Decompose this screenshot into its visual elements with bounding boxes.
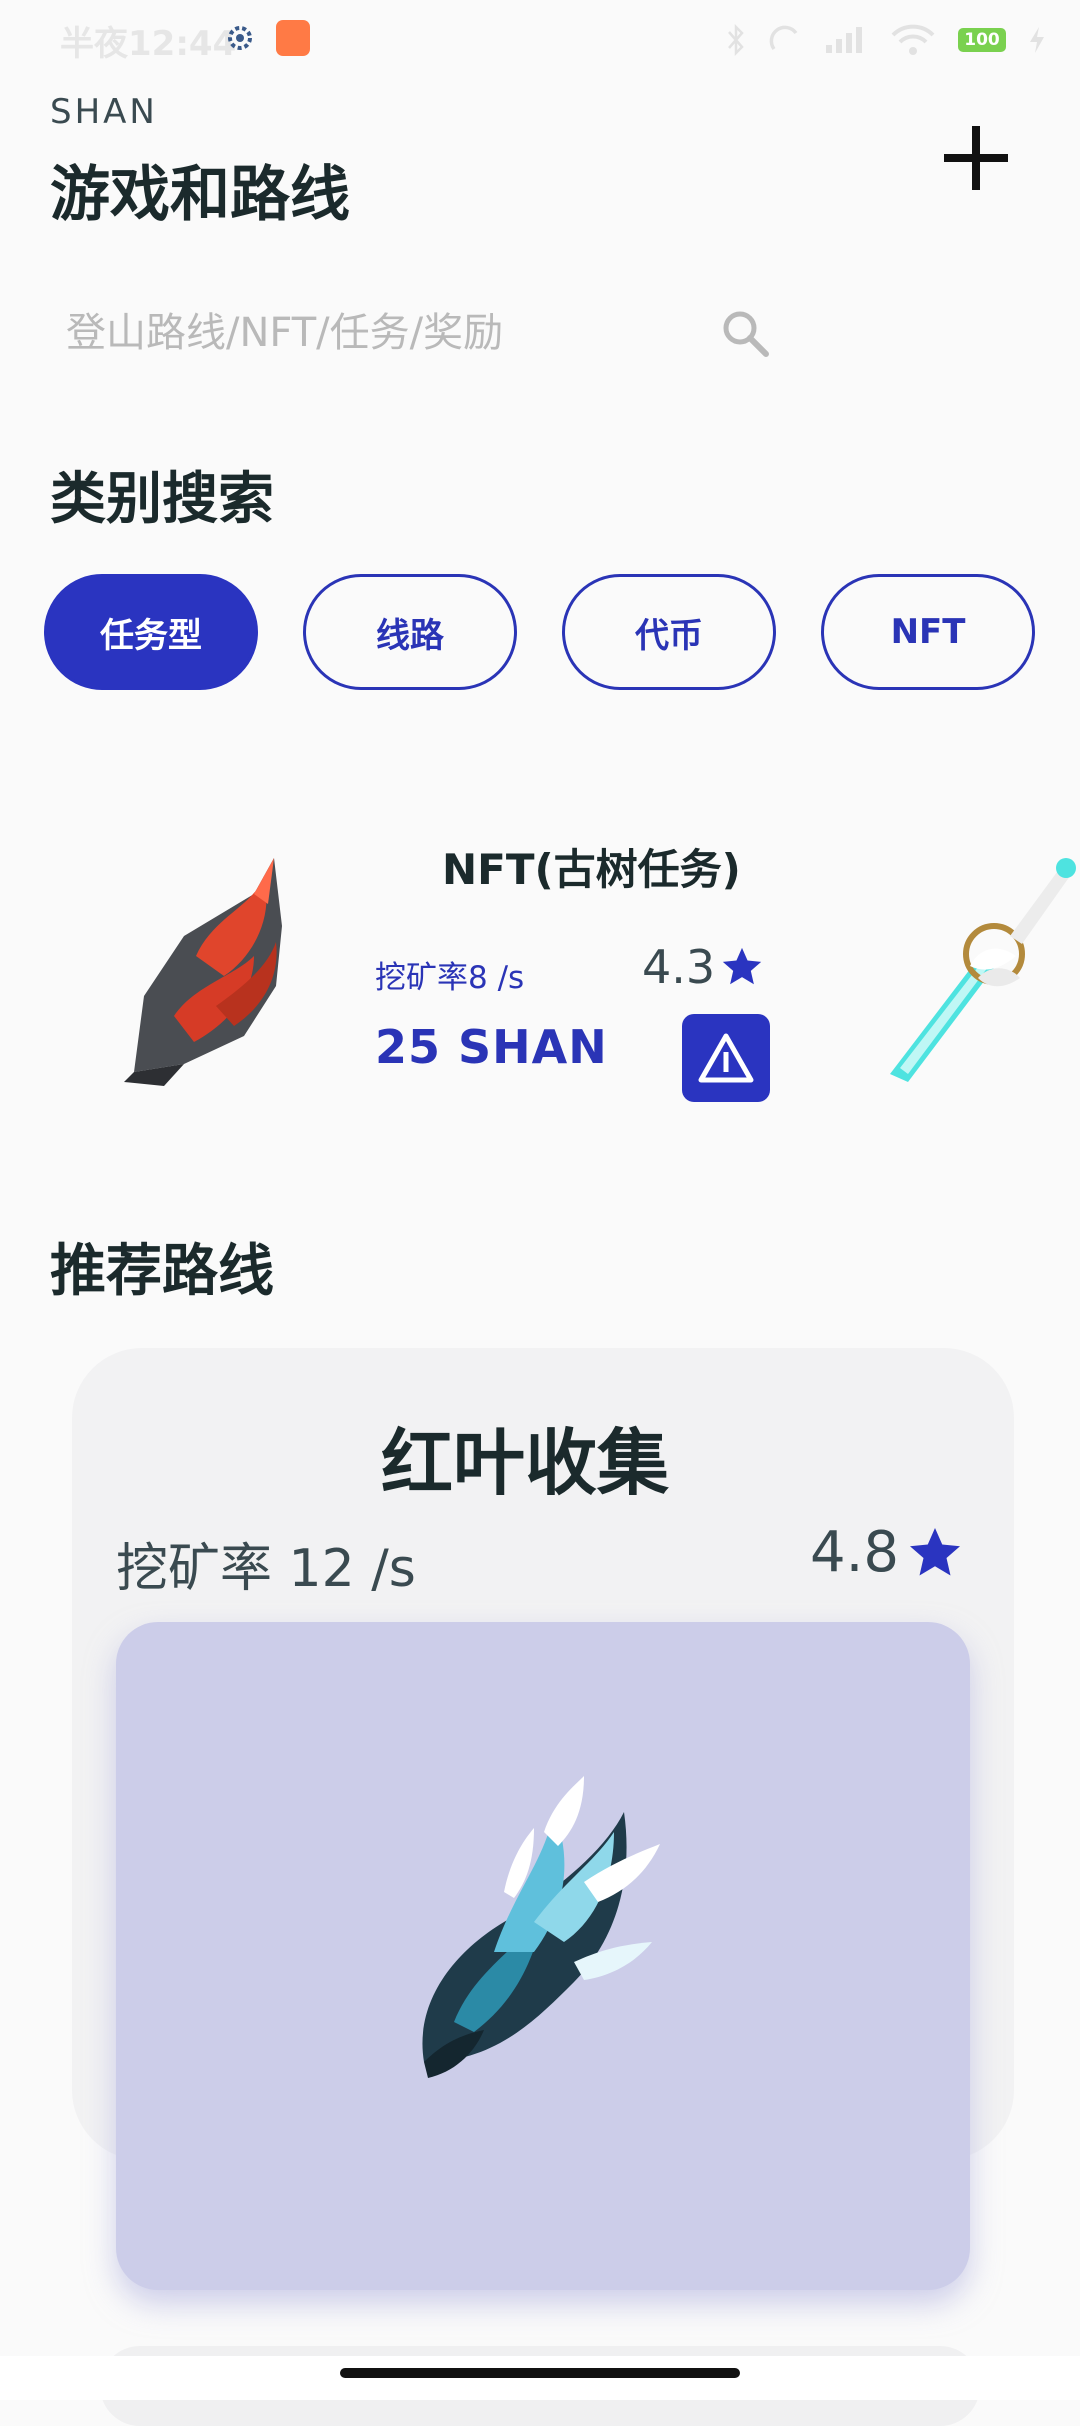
charging-icon: [1030, 27, 1044, 53]
settings-gear-icon: [228, 26, 252, 50]
nft-mining-rate: 挖矿率8 /s: [375, 960, 525, 996]
home-indicator[interactable]: [340, 2368, 740, 2378]
category-section-title: 类别搜索: [50, 467, 274, 532]
brand-label: SHAN: [50, 92, 158, 132]
chip-label: 线路: [376, 615, 444, 656]
chip-label: 任务型: [100, 615, 202, 656]
nft-sword-image[interactable]: [870, 846, 1080, 1086]
search-icon[interactable]: [718, 306, 774, 362]
status-time: 半夜12:44: [60, 24, 237, 64]
search-input[interactable]: [64, 290, 728, 376]
plus-icon[interactable]: [936, 118, 1016, 198]
route-item-image: [422, 1776, 660, 2078]
search-bar: [50, 290, 790, 376]
recommended-section-title: 推荐路线: [50, 1239, 274, 1304]
rating-value: 4.8: [810, 1520, 900, 1585]
chip-token[interactable]: 代币: [562, 574, 776, 690]
nft-price: 25 SHAN: [375, 1020, 608, 1074]
star-icon: [722, 947, 762, 985]
nft-rating: 4.3: [642, 940, 765, 994]
nft-action-button[interactable]: [682, 1014, 770, 1102]
star-icon: [910, 1527, 961, 1575]
battery-level: 100: [964, 30, 1000, 50]
route-mining-rate: 挖矿率 12 /s: [116, 1539, 416, 1599]
app-notification-icon: [276, 20, 310, 56]
sync-icon: [769, 25, 798, 51]
status-bar: 半夜12:44 100: [0, 0, 1080, 78]
bottom-area: [0, 2356, 1080, 2400]
page-title: 游戏和路线: [50, 160, 350, 230]
chip-label: 代币: [635, 615, 703, 656]
battery-icon: 100: [958, 28, 1006, 52]
wifi-icon: [891, 24, 935, 55]
nft-card-title: NFT(古树任务): [442, 845, 741, 894]
route-title: 红叶收集: [380, 1421, 669, 1505]
route-image-frame[interactable]: [116, 1622, 970, 2290]
chip-task[interactable]: 任务型: [44, 574, 258, 690]
signal-icon: [826, 27, 862, 53]
nft-armor-image[interactable]: [104, 846, 304, 1090]
chip-label: NFT: [890, 612, 966, 652]
bluetooth-icon: [728, 23, 744, 57]
route-rating: 4.8: [810, 1520, 965, 1585]
chip-route[interactable]: 线路: [303, 574, 517, 690]
rating-value: 4.3: [642, 940, 716, 994]
chip-nft[interactable]: NFT: [821, 574, 1035, 690]
status-indicators: 100: [726, 20, 1046, 60]
warning-triangle-icon: [698, 1033, 754, 1083]
